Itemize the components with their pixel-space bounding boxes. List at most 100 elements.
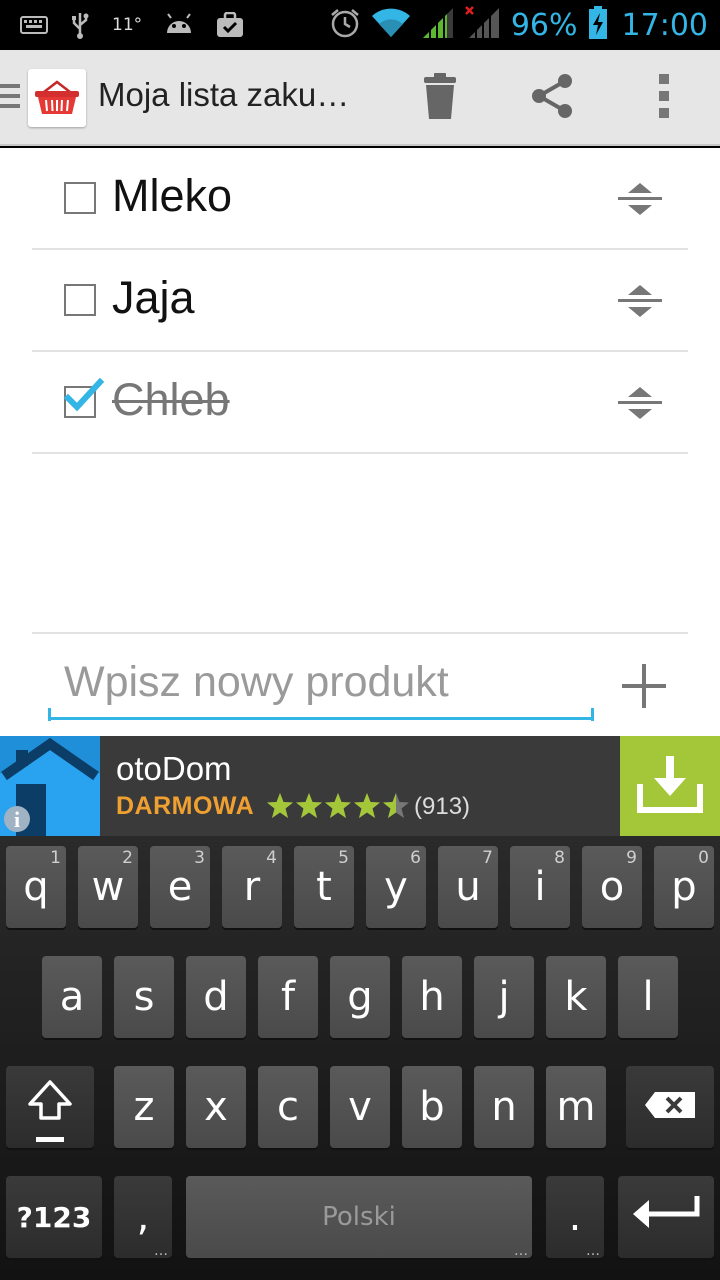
overflow-menu-button[interactable]	[634, 68, 694, 128]
signal-icon	[421, 6, 455, 44]
basket-icon[interactable]	[28, 69, 86, 127]
shift-key[interactable]	[6, 1066, 94, 1148]
key-j[interactable]: j	[474, 956, 534, 1038]
key-k[interactable]: k	[546, 956, 606, 1038]
item-checkbox-checked[interactable]	[64, 378, 104, 418]
key-c[interactable]: c	[258, 1066, 318, 1148]
drag-handle-icon[interactable]	[616, 181, 664, 217]
key-s[interactable]: s	[114, 956, 174, 1038]
drag-handle-icon[interactable]	[616, 283, 664, 319]
key-label: r	[243, 864, 261, 910]
key-label: a	[59, 974, 85, 1020]
key-label: l	[642, 974, 654, 1020]
soft-keyboard: ?123 , … Polski … . … q1w2e3r4t5y6u7i8o9…	[0, 836, 720, 1280]
download-icon	[636, 754, 704, 818]
key-z[interactable]: z	[114, 1066, 174, 1148]
key-hint: 3	[194, 848, 205, 868]
key-b[interactable]: b	[402, 1066, 462, 1148]
ad-title: otoDom	[116, 750, 232, 787]
key-label: y	[384, 864, 408, 910]
period-key-label: .	[568, 1194, 582, 1240]
key-m[interactable]: m	[546, 1066, 606, 1148]
backspace-icon	[643, 1084, 697, 1130]
key-q[interactable]: q1	[6, 846, 66, 928]
space-key[interactable]: Polski …	[186, 1176, 532, 1258]
key-w[interactable]: w2	[78, 846, 138, 928]
alarm-icon	[329, 7, 361, 43]
backspace-key[interactable]	[626, 1066, 714, 1148]
key-a[interactable]: a	[42, 956, 102, 1038]
key-label: f	[280, 974, 296, 1020]
briefcase-icon	[216, 12, 244, 38]
share-button[interactable]	[522, 68, 582, 128]
space-key-label: Polski	[322, 1202, 396, 1232]
key-e[interactable]: e3	[150, 846, 210, 928]
battery-percent: 96%	[510, 7, 578, 43]
key-o[interactable]: o9	[582, 846, 642, 928]
key-label: z	[133, 1084, 155, 1130]
battery-charging-icon	[588, 6, 608, 44]
trash-icon	[423, 73, 457, 123]
key-u[interactable]: u7	[438, 846, 498, 928]
svg-text:i: i	[14, 807, 20, 832]
item-label: Chleb	[112, 374, 230, 425]
page-title: Moja lista zaku…	[98, 76, 350, 113]
signal-no-service-icon	[464, 6, 501, 44]
wifi-icon	[371, 7, 411, 43]
star-icon	[325, 793, 351, 818]
period-key[interactable]: . …	[546, 1176, 604, 1258]
keyboard-icon	[20, 16, 48, 34]
key-label: i	[534, 864, 546, 910]
key-i[interactable]: i8	[510, 846, 570, 928]
add-button[interactable]	[614, 656, 674, 716]
drag-handle-icon[interactable]	[616, 385, 664, 421]
key-hint: 1	[50, 848, 61, 868]
download-button[interactable]	[620, 736, 720, 836]
overflow-menu-icon	[658, 74, 670, 122]
temperature-text: 11°	[112, 15, 143, 35]
key-label: c	[277, 1084, 299, 1130]
key-label: w	[91, 864, 125, 910]
key-label: o	[599, 864, 625, 910]
key-x[interactable]: x	[186, 1066, 246, 1148]
key-f[interactable]: f	[258, 956, 318, 1038]
plus-icon	[614, 664, 674, 720]
comma-key[interactable]: , …	[114, 1176, 172, 1258]
ad-price: DARMOWA	[116, 792, 255, 820]
list-item[interactable]: Mleko	[32, 148, 688, 250]
key-p[interactable]: p0	[654, 846, 714, 928]
key-v[interactable]: v	[330, 1066, 390, 1148]
key-hint: 0	[698, 848, 709, 868]
key-hint: 5	[338, 848, 349, 868]
key-y[interactable]: y6	[366, 846, 426, 928]
drawer-indicator-icon[interactable]	[0, 84, 20, 114]
key-d[interactable]: d	[186, 956, 246, 1038]
key-l[interactable]: l	[618, 956, 678, 1038]
list-item[interactable]: Chleb	[32, 352, 688, 454]
new-product-input[interactable]	[48, 648, 594, 720]
star-icon	[383, 793, 409, 818]
enter-key[interactable]	[618, 1176, 714, 1258]
star-icon	[296, 793, 322, 818]
symbols-key[interactable]: ?123	[6, 1176, 102, 1258]
ad-banner[interactable]: i otoDom DARMOWA (913)	[0, 736, 720, 836]
key-r[interactable]: r4	[222, 846, 282, 928]
delete-button[interactable]	[410, 68, 470, 128]
key-label: t	[316, 864, 332, 910]
key-label: s	[133, 974, 155, 1020]
item-checkbox[interactable]	[64, 182, 96, 214]
comma-key-label: ,	[136, 1194, 150, 1240]
item-checkbox[interactable]	[64, 284, 96, 316]
key-t[interactable]: t5	[294, 846, 354, 928]
key-label: g	[347, 974, 373, 1020]
enter-icon	[631, 1192, 701, 1242]
key-h[interactable]: h	[402, 956, 462, 1038]
key-n[interactable]: n	[474, 1066, 534, 1148]
list-item[interactable]: Jaja	[32, 250, 688, 352]
key-label: b	[419, 1084, 445, 1130]
usb-icon	[70, 11, 90, 39]
key-label: x	[204, 1084, 228, 1130]
key-g[interactable]: g	[330, 956, 390, 1038]
key-hint: 2	[122, 848, 133, 868]
action-bar: Moja lista zaku…	[0, 50, 720, 146]
